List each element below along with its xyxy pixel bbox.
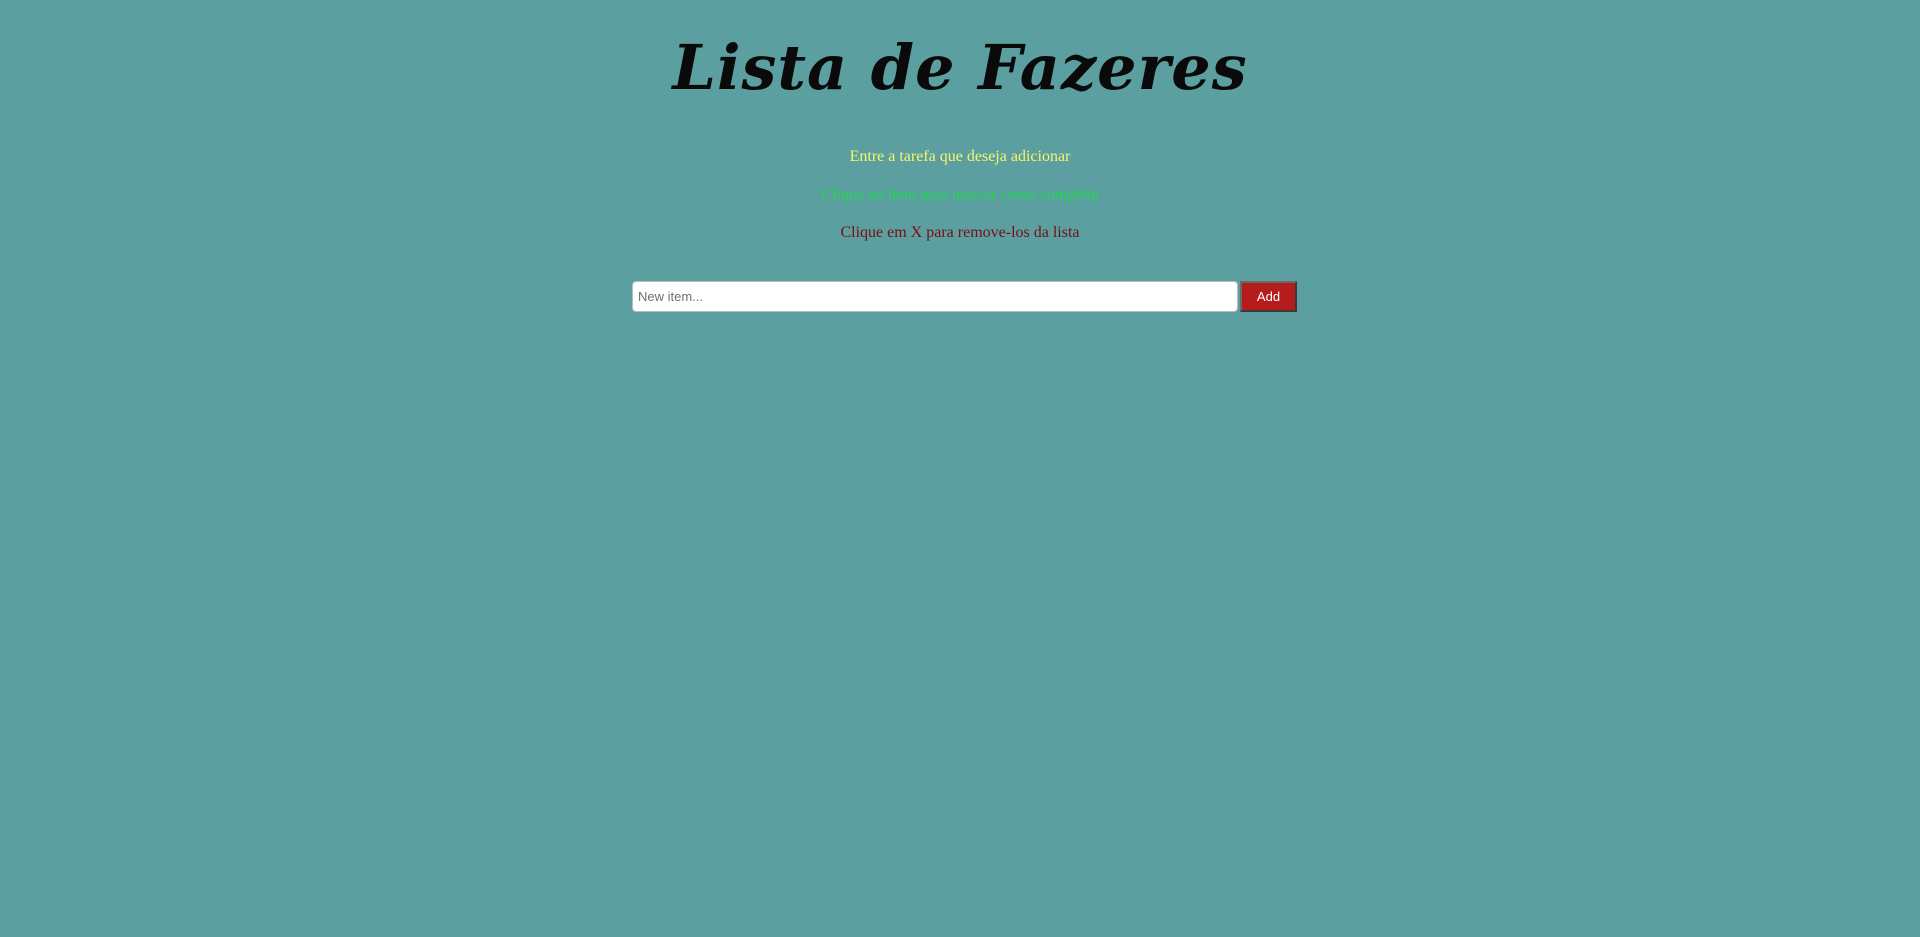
add-button[interactable]: Add — [1240, 281, 1297, 312]
instruction-complete: Clique no item para marcar como completa — [821, 186, 1099, 203]
instruction-remove: Clique em X para remove-los da lista — [840, 224, 1080, 241]
instructions: Entre a tarefa que deseja adicionar Cliq… — [0, 146, 1920, 260]
add-item-form: Add — [632, 281, 1297, 313]
page: Lista de Fazeres Entre a tarefa que dese… — [0, 0, 1920, 937]
new-item-input[interactable] — [632, 281, 1238, 312]
instruction-add: Entre a tarefa que deseja adicionar — [849, 148, 1071, 165]
page-title: Lista de Fazeres — [672, 31, 1248, 104]
